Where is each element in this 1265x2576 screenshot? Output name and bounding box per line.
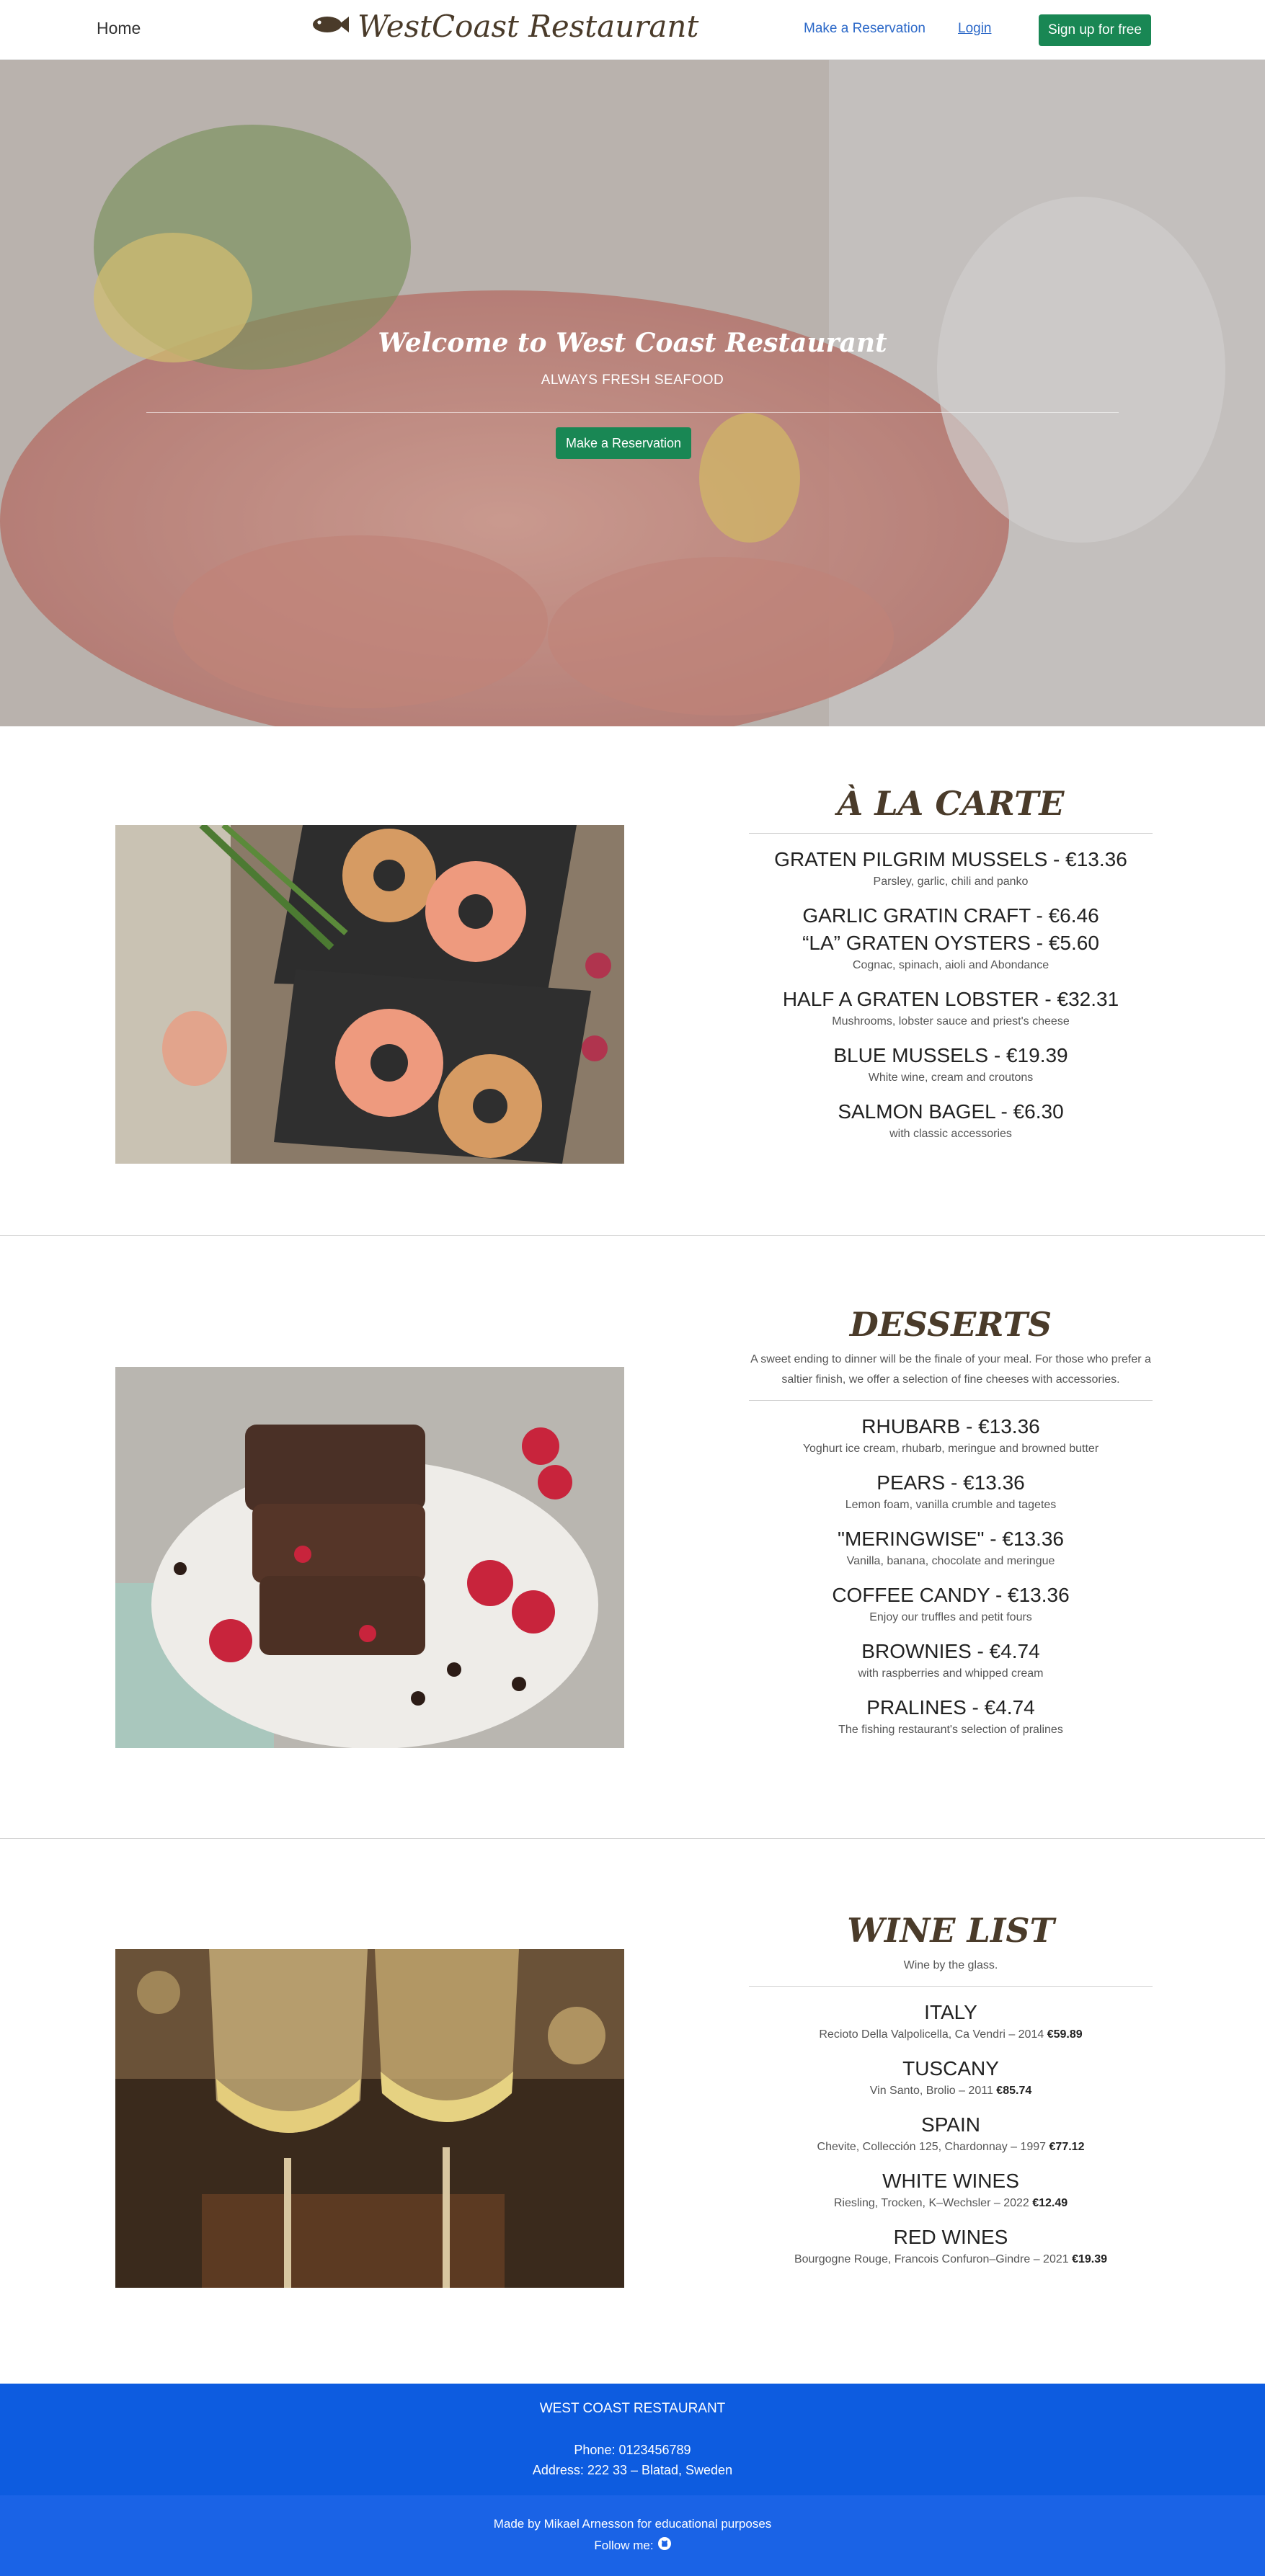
footer: WEST COAST RESTAURANT Phone: 0123456789 … bbox=[0, 2384, 1265, 2576]
footer-phone: Phone: 0123456789 bbox=[574, 2443, 691, 2457]
wine-item-desc: Vin Santo, Brolio – 2011 €85.74 bbox=[749, 2085, 1153, 2098]
wine-price: €85.74 bbox=[996, 2085, 1032, 2097]
a-la-carte-menu: À LA CARTE GRATEN PILGRIM MUSSELS - €13.… bbox=[749, 784, 1153, 1156]
menu-item-name: HALF A GRATEN LOBSTER - €32.31 bbox=[782, 988, 1119, 1010]
desserts-menu: DESSERTS A sweet ending to dinner will b… bbox=[749, 1305, 1153, 1752]
menu-item: BLUE MUSSELS - €19.39 White wine, cream … bbox=[749, 1044, 1153, 1084]
footer-bottom: Made by Mikael Arnesson for educational … bbox=[0, 2495, 1265, 2576]
brand[interactable]: WestCoast Restaurant bbox=[311, 9, 698, 44]
wine-glasses-image bbox=[115, 1949, 624, 2288]
wine-item: ITALY Recioto Della Valpolicella, Ca Ven… bbox=[749, 2001, 1153, 2041]
wine-description: Chevite, Collección 125, Chardonnay – 19… bbox=[817, 2141, 1047, 2153]
wine-item-name: ITALY bbox=[924, 2001, 977, 2023]
menu-divider bbox=[749, 1400, 1153, 1401]
hero: Welcome to West Coast Restaurant ALWAYS … bbox=[0, 60, 1265, 726]
menu-item-name: GARLIC GRATIN CRAFT - €6.46 bbox=[802, 904, 1099, 927]
menu-intro: Wine by the glass. bbox=[903, 1959, 998, 1971]
menu-item: HALF A GRATEN LOBSTER - €32.31 Mushrooms… bbox=[749, 988, 1153, 1028]
menu-item-desc: Vanilla, banana, chocolate and meringue bbox=[846, 1555, 1055, 1567]
wine-price: €77.12 bbox=[1049, 2141, 1085, 2153]
menu-item-name: “LA” GRATEN OYSTERS - €5.60 bbox=[802, 932, 1099, 954]
wine-item-desc: Bourgogne Rouge, Francois Confuron–Gindr… bbox=[749, 2253, 1153, 2266]
menu-item-name: GRATEN PILGRIM MUSSELS - €13.36 bbox=[774, 848, 1127, 870]
section-a-la-carte: À LA CARTE GRATEN PILGRIM MUSSELS - €13.… bbox=[0, 726, 1265, 1235]
menu-item-name: "MERINGWISE" - €13.36 bbox=[838, 1528, 1064, 1550]
wine-description: Vin Santo, Brolio – 2011 bbox=[869, 2085, 993, 2097]
wine-price: €19.39 bbox=[1072, 2253, 1108, 2265]
menu-item-desc: Lemon foam, vanilla crumble and tagetes bbox=[845, 1499, 1057, 1511]
wine-item-desc: Chevite, Collección 125, Chardonnay – 19… bbox=[749, 2141, 1153, 2154]
wine-item-desc: Riesling, Trocken, K–Wechsler – 2022 €12… bbox=[749, 2197, 1153, 2210]
menu-divider bbox=[749, 833, 1153, 834]
menu-item: SALMON BAGEL - €6.30 with classic access… bbox=[749, 1100, 1153, 1141]
brownie-image bbox=[115, 1367, 624, 1748]
fish-icon bbox=[311, 14, 349, 39]
brand-name: WestCoast Restaurant bbox=[358, 9, 699, 44]
menu-divider bbox=[749, 1986, 1153, 1987]
hero-overlay bbox=[0, 60, 1265, 726]
wine-item-name: SPAIN bbox=[921, 2113, 980, 2136]
menu-item-desc: Parsley, garlic, chili and panko bbox=[873, 875, 1029, 888]
hero-divider bbox=[146, 412, 1119, 413]
menu-item: COFFEE CANDY - €13.36 Enjoy our truffles… bbox=[749, 1584, 1153, 1624]
menu-item-desc: Mushrooms, lobster sauce and priest's ch… bbox=[832, 1015, 1070, 1028]
footer-address: Address: 222 33 – Blatad, Sweden bbox=[532, 2463, 733, 2477]
menu-item-name: PEARS - €13.36 bbox=[876, 1471, 1025, 1494]
wine-price: €12.49 bbox=[1032, 2197, 1068, 2209]
menu-item: "MERINGWISE" - €13.36 Vanilla, banana, c… bbox=[749, 1528, 1153, 1568]
wine-list-menu: WINE LIST Wine by the glass. ITALY Recio… bbox=[749, 1911, 1153, 2282]
nav-home-link[interactable]: Home bbox=[97, 19, 141, 38]
wine-description: Bourgogne Rouge, Francois Confuron–Gindr… bbox=[794, 2253, 1069, 2265]
section-desserts: DESSERTS A sweet ending to dinner will b… bbox=[0, 1236, 1265, 1838]
menu-item-desc: The fishing restaurant's selection of pr… bbox=[838, 1724, 1063, 1736]
hero-title: Welcome to West Coast Restaurant bbox=[378, 328, 887, 358]
menu-item: PRALINES - €4.74 The fishing restaurant'… bbox=[749, 1696, 1153, 1737]
navbar: Home WestCoast Restaurant Make a Reserva… bbox=[0, 0, 1265, 60]
nav-reservation-link[interactable]: Make a Reservation bbox=[804, 21, 926, 37]
follow-label: Follow me: bbox=[594, 2538, 654, 2552]
menu-item-desc: Cognac, spinach, aioli and Abondance bbox=[852, 959, 1049, 971]
menu-item-desc: Yoghurt ice cream, rhubarb, meringue and… bbox=[802, 1443, 1099, 1455]
hero-reservation-button[interactable]: Make a Reservation bbox=[556, 427, 691, 459]
wine-item: SPAIN Chevite, Collección 125, Chardonna… bbox=[749, 2113, 1153, 2154]
wine-item-name: RED WINES bbox=[893, 2226, 1008, 2248]
menu-item-name: RHUBARB - €13.36 bbox=[861, 1415, 1040, 1438]
wine-item-name: TUSCANY bbox=[902, 2057, 999, 2080]
menu-item: GRATEN PILGRIM MUSSELS - €13.36 Parsley,… bbox=[749, 848, 1153, 888]
menu-item-name: SALMON BAGEL - €6.30 bbox=[838, 1100, 1064, 1123]
bagel-image bbox=[115, 825, 624, 1164]
menu-item-name: PRALINES - €4.74 bbox=[866, 1696, 1035, 1719]
menu-title: À LA CARTE bbox=[837, 784, 1065, 823]
wine-description: Riesling, Trocken, K–Wechsler – 2022 bbox=[833, 2197, 1029, 2209]
wine-item: RED WINES Bourgogne Rouge, Francois Conf… bbox=[749, 2226, 1153, 2266]
wine-item-name: WHITE WINES bbox=[882, 2170, 1019, 2192]
footer-follow: Follow me: bbox=[0, 2537, 1265, 2554]
menu-item: BROWNIES - €4.74 with raspberries and wh… bbox=[749, 1640, 1153, 1680]
menu-intro: A sweet ending to dinner will be the fin… bbox=[750, 1353, 1151, 1386]
wine-item: TUSCANY Vin Santo, Brolio – 2011 €85.74 bbox=[749, 2057, 1153, 2098]
footer-restaurant-name: WEST COAST RESTAURANT bbox=[539, 2401, 726, 2416]
menu-item-desc: with raspberries and whipped cream bbox=[858, 1667, 1044, 1680]
menu-item: PEARS - €13.36 Lemon foam, vanilla crumb… bbox=[749, 1471, 1153, 1512]
menu-item-name: BROWNIES - €4.74 bbox=[861, 1640, 1040, 1662]
menu-item-desc: with classic accessories bbox=[889, 1128, 1012, 1140]
section-wine-list: WINE LIST Wine by the glass. ITALY Recio… bbox=[0, 1839, 1265, 2384]
menu-item-desc: White wine, cream and croutons bbox=[868, 1071, 1034, 1084]
menu-item: GARLIC GRATIN CRAFT - €6.46 “LA” GRATEN … bbox=[749, 904, 1153, 972]
hero-subtitle: ALWAYS FRESH SEAFOOD bbox=[541, 373, 724, 388]
menu-item-name: BLUE MUSSELS - €19.39 bbox=[833, 1044, 1068, 1066]
menu-item-name: COFFEE CANDY - €13.36 bbox=[832, 1584, 1070, 1606]
menu-item-desc: Enjoy our truffles and petit fours bbox=[869, 1611, 1032, 1623]
menu-title: WINE LIST bbox=[847, 1911, 1055, 1950]
wine-item-desc: Recioto Della Valpolicella, Ca Vendri – … bbox=[749, 2028, 1153, 2041]
github-icon[interactable] bbox=[657, 2537, 671, 2554]
menu-title: DESSERTS bbox=[849, 1305, 1052, 1344]
footer-credit: Made by Mikael Arnesson for educational … bbox=[493, 2517, 772, 2531]
wine-price: €59.89 bbox=[1047, 2028, 1083, 2041]
wine-item: WHITE WINES Riesling, Trocken, K–Wechsle… bbox=[749, 2170, 1153, 2210]
wine-description: Recioto Della Valpolicella, Ca Vendri – … bbox=[819, 2028, 1044, 2041]
signup-button[interactable]: Sign up for free bbox=[1039, 14, 1151, 46]
menu-item: RHUBARB - €13.36 Yoghurt ice cream, rhub… bbox=[749, 1415, 1153, 1456]
nav-login-link[interactable]: Login bbox=[958, 21, 992, 37]
